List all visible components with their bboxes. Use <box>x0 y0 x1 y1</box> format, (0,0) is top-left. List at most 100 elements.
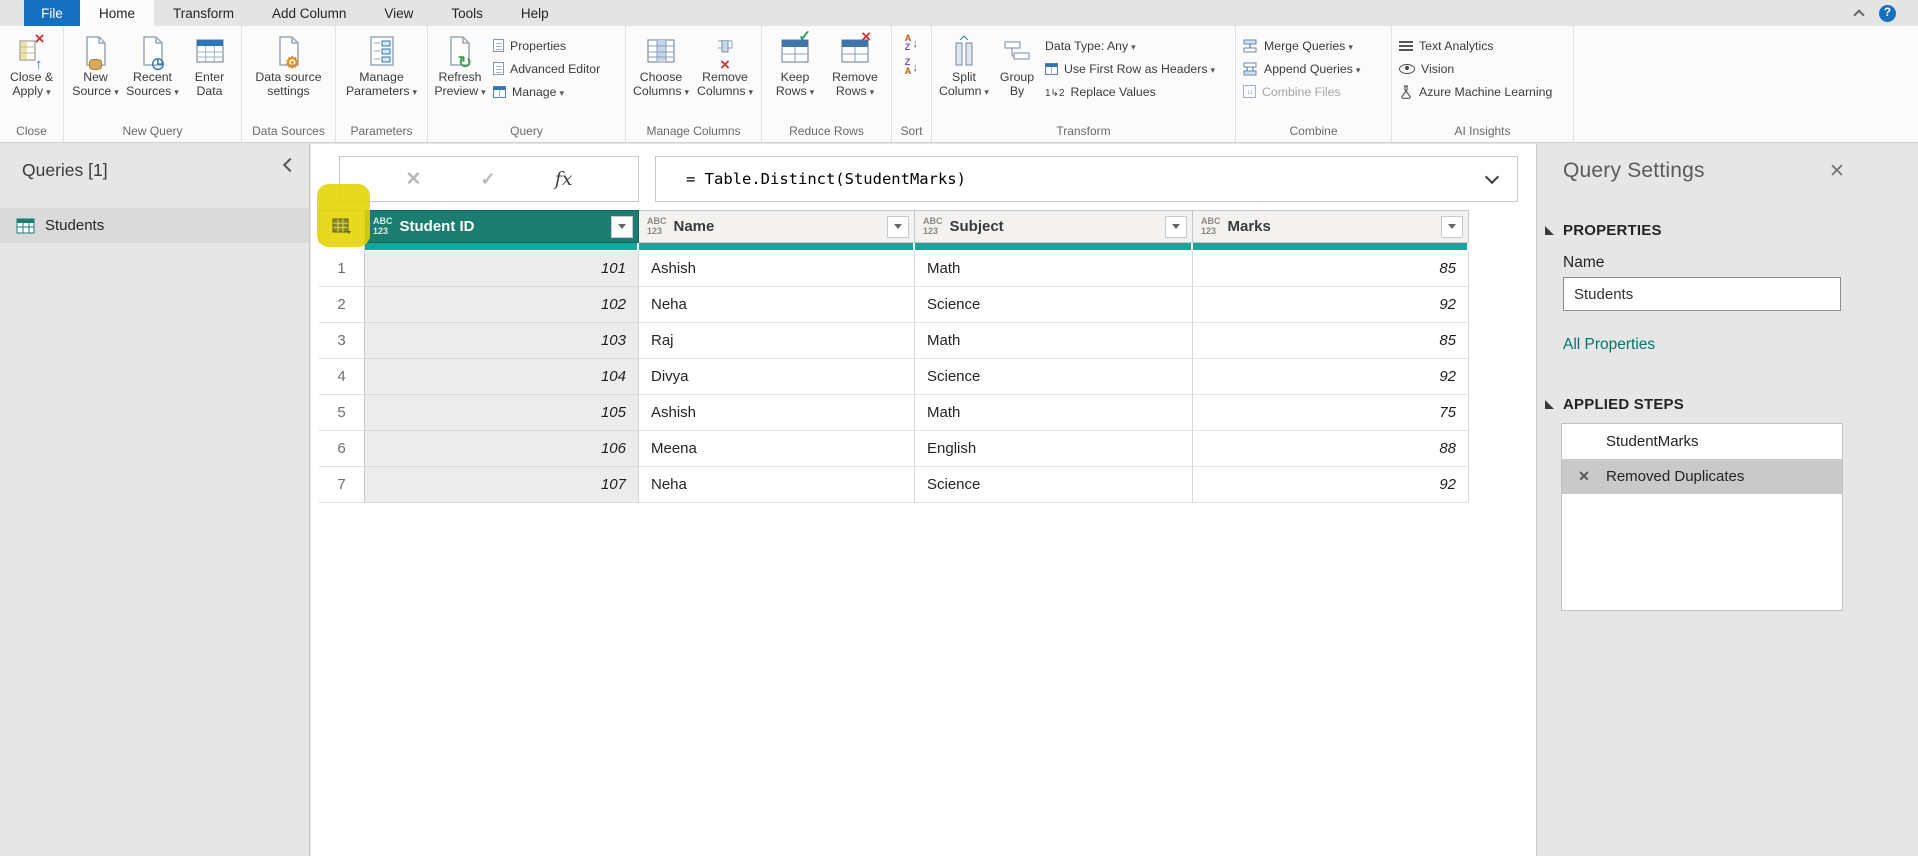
group-by-button[interactable]: Group By <box>993 30 1041 98</box>
replace-values-button[interactable]: Replace Values <box>1045 82 1215 101</box>
tab-help[interactable]: Help <box>502 0 568 26</box>
close-pane-icon[interactable]: ✕ <box>1829 162 1845 181</box>
filter-dropdown-icon[interactable] <box>611 216 633 238</box>
cell-subject[interactable]: Math <box>915 395 1193 431</box>
properties-section-header[interactable]: PROPERTIES <box>1545 222 1662 239</box>
cell-subject[interactable]: Science <box>915 359 1193 395</box>
cell-name[interactable]: Divya <box>639 359 915 395</box>
row-number[interactable]: 6 <box>319 431 365 467</box>
cell-marks[interactable]: 88 <box>1193 431 1469 467</box>
data-source-settings-button[interactable]: ⚙ Data source settings <box>246 30 332 98</box>
all-properties-link[interactable]: All Properties <box>1563 336 1655 354</box>
cell-name[interactable]: Ashish <box>639 251 915 287</box>
cell-subject[interactable]: Math <box>915 323 1193 359</box>
keep-rows-icon: ✓ <box>781 32 809 70</box>
cell-student-id[interactable]: 101 <box>365 251 639 287</box>
applied-step-removed-duplicates[interactable]: ✕ Removed Duplicates <box>1562 459 1842 494</box>
cell-student-id[interactable]: 103 <box>365 323 639 359</box>
refresh-preview-button[interactable]: ↻ Refresh Preview <box>431 30 489 99</box>
append-queries-icon <box>1243 62 1258 76</box>
select-all-button[interactable] <box>319 210 365 243</box>
row-number[interactable]: 1 <box>319 251 365 287</box>
column-header-name[interactable]: ABC123 Name <box>639 210 915 243</box>
applied-step-studentmarks[interactable]: StudentMarks <box>1562 424 1842 459</box>
properties-button[interactable]: Properties <box>493 36 600 55</box>
new-source-button[interactable]: New Source <box>67 30 124 99</box>
cell-name[interactable]: Neha <box>639 467 915 503</box>
cell-student-id[interactable]: 105 <box>365 395 639 431</box>
cell-marks[interactable]: 92 <box>1193 287 1469 323</box>
cancel-formula-icon[interactable]: ✕ <box>406 168 422 191</box>
cell-marks[interactable]: 85 <box>1193 251 1469 287</box>
cell-marks[interactable]: 75 <box>1193 395 1469 431</box>
close-and-apply-button[interactable]: × ↑ Close & Apply <box>3 30 60 99</box>
vision-button[interactable]: Vision <box>1399 59 1552 78</box>
row-number[interactable]: 2 <box>319 287 365 323</box>
tab-view[interactable]: View <box>365 0 432 26</box>
manage-query-button[interactable]: Manage <box>493 82 600 101</box>
cell-student-id[interactable]: 102 <box>365 287 639 323</box>
applied-steps-list: StudentMarks ✕ Removed Duplicates <box>1561 423 1843 611</box>
cell-marks[interactable]: 92 <box>1193 467 1469 503</box>
manage-parameters-button[interactable]: Manage Parameters <box>339 30 424 99</box>
text-analytics-button[interactable]: Text Analytics <box>1399 36 1552 55</box>
row-number[interactable]: 3 <box>319 323 365 359</box>
merge-queries-button[interactable]: Merge Queries <box>1243 36 1360 55</box>
cell-name[interactable]: Ashish <box>639 395 915 431</box>
cell-student-id[interactable]: 107 <box>365 467 639 503</box>
cell-name[interactable]: Neha <box>639 287 915 323</box>
enter-data-button[interactable]: Enter Data <box>181 30 238 98</box>
choose-columns-button[interactable]: Choose Columns <box>629 30 693 99</box>
table-row: 2 102 Neha Science 92 <box>319 287 1469 323</box>
cell-name[interactable]: Raj <box>639 323 915 359</box>
cell-name[interactable]: Meena <box>639 431 915 467</box>
row-number[interactable]: 4 <box>319 359 365 395</box>
use-first-row-as-headers-button[interactable]: Use First Row as Headers <box>1045 59 1215 78</box>
data-type-button[interactable]: Data Type: Any <box>1045 36 1215 55</box>
replace-values-icon <box>1045 85 1065 99</box>
formula-input[interactable]: = Table.Distinct(StudentMarks) <box>656 170 1487 188</box>
cell-subject[interactable]: Science <box>915 287 1193 323</box>
tab-home[interactable]: Home <box>80 0 154 26</box>
query-name-input[interactable] <box>1563 277 1841 311</box>
advanced-editor-button[interactable]: Advanced Editor <box>493 59 600 78</box>
azure-ml-button[interactable]: Azure Machine Learning <box>1399 82 1552 101</box>
append-queries-button[interactable]: Append Queries <box>1243 59 1360 78</box>
filter-dropdown-icon[interactable] <box>1165 216 1187 238</box>
tab-tools[interactable]: Tools <box>432 0 502 26</box>
delete-step-icon[interactable]: ✕ <box>1562 468 1606 485</box>
cell-marks[interactable]: 85 <box>1193 323 1469 359</box>
sort-descending-button[interactable]: ZA↓ <box>905 58 919 76</box>
row-number[interactable]: 5 <box>319 395 365 431</box>
filter-dropdown-icon[interactable] <box>887 216 909 238</box>
sort-ascending-button[interactable]: AZ↓ <box>905 34 919 52</box>
split-column-button[interactable]: Split Column <box>935 30 993 99</box>
cell-subject[interactable]: English <box>915 431 1193 467</box>
tab-transform[interactable]: Transform <box>154 0 253 26</box>
remove-rows-button[interactable]: × Remove Rows <box>825 30 885 99</box>
commit-formula-icon[interactable]: ✓ <box>481 169 496 190</box>
query-table-icon <box>16 218 35 234</box>
collapse-ribbon-icon[interactable] <box>1853 9 1864 20</box>
collapse-queries-pane-icon[interactable] <box>283 158 297 172</box>
column-header-student-id[interactable]: ABC123 Student ID <box>365 210 639 243</box>
cell-student-id[interactable]: 104 <box>365 359 639 395</box>
remove-columns-button[interactable]: × Remove Columns <box>693 30 757 99</box>
tab-add-column[interactable]: Add Column <box>253 0 365 26</box>
column-header-subject[interactable]: ABC123 Subject <box>915 210 1193 243</box>
applied-steps-section-header[interactable]: APPLIED STEPS <box>1545 396 1684 413</box>
cell-subject[interactable]: Science <box>915 467 1193 503</box>
recent-sources-button[interactable]: ◷ Recent Sources <box>124 30 181 99</box>
cell-student-id[interactable]: 106 <box>365 431 639 467</box>
cell-subject[interactable]: Math <box>915 251 1193 287</box>
query-list-item-students[interactable]: Students <box>0 208 309 243</box>
expand-formula-bar-icon[interactable] <box>1485 170 1499 184</box>
filter-dropdown-icon[interactable] <box>1441 216 1463 238</box>
column-header-marks[interactable]: ABC123 Marks <box>1193 210 1469 243</box>
row-number[interactable]: 7 <box>319 467 365 503</box>
cell-marks[interactable]: 92 <box>1193 359 1469 395</box>
file-menu-button[interactable]: File <box>24 0 80 26</box>
help-icon[interactable]: ? <box>1879 5 1896 22</box>
fx-icon[interactable]: fx <box>555 168 573 190</box>
keep-rows-button[interactable]: ✓ Keep Rows <box>765 30 825 99</box>
